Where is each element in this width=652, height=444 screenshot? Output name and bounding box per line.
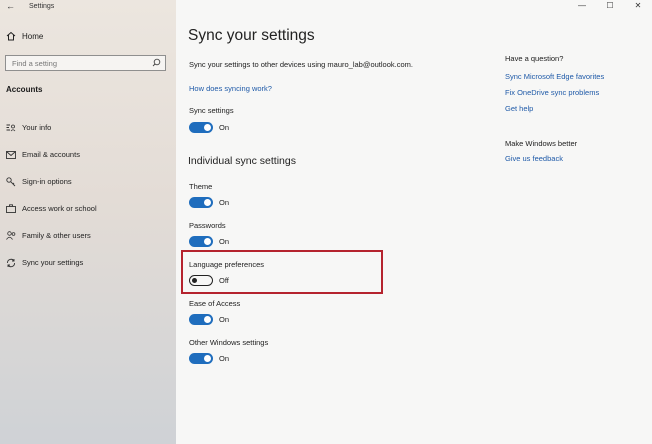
toggle-state: On	[219, 237, 230, 246]
passwords-toggle[interactable]	[189, 236, 213, 247]
language-preferences-row: Off	[189, 275, 229, 286]
window-title: Settings	[29, 3, 55, 10]
theme-label: Theme	[189, 182, 213, 191]
theme-toggle[interactable]	[189, 197, 213, 208]
sidebar-item-label: Sign-in options	[22, 177, 72, 186]
search-icon[interactable]	[152, 58, 161, 69]
main-panel: — ☐ ✕ Sync your settings Sync your setti…	[176, 0, 652, 444]
other-windows-settings-label: Other Windows settings	[189, 338, 269, 347]
edge-favorites-link[interactable]: Sync Microsoft Edge favorites	[505, 72, 645, 81]
language-preferences-toggle[interactable]	[189, 275, 213, 286]
sidebar-item-label: Sync your settings	[22, 258, 84, 267]
home-label: Home	[22, 31, 44, 41]
person-card-icon	[6, 123, 16, 133]
window-controls: — ☐ ✕	[568, 0, 652, 14]
people-icon	[6, 231, 16, 241]
theme-row: On	[189, 197, 229, 208]
help-column: Have a question? Sync Microsoft Edge fav…	[505, 54, 645, 170]
toggle-state: On	[219, 198, 230, 207]
sidebar: ← Settings Home Find a setting Accounts …	[0, 0, 176, 444]
nav-list: Your info Email & accounts Sign-in optio…	[6, 114, 171, 276]
sidebar-item-sign-in[interactable]: Sign-in options	[6, 168, 171, 195]
toggle-state: On	[219, 315, 230, 324]
sidebar-item-label: Family & other users	[22, 231, 91, 240]
minimize-button[interactable]: —	[568, 0, 596, 14]
better-heading: Make Windows better	[505, 139, 578, 148]
sync-settings-toggle[interactable]	[189, 122, 213, 133]
section-title: Accounts	[6, 85, 43, 94]
toggle-state: On	[219, 123, 230, 132]
ease-of-access-label: Ease of Access	[189, 299, 241, 308]
sidebar-item-family[interactable]: Family & other users	[6, 222, 171, 249]
maximize-button[interactable]: ☐	[596, 0, 624, 14]
sync-settings-row: On	[189, 122, 229, 133]
language-preferences-label: Language preferences	[189, 260, 265, 269]
onedrive-sync-link[interactable]: Fix OneDrive sync problems	[505, 88, 645, 97]
sidebar-item-your-info[interactable]: Your info	[6, 114, 171, 141]
sync-icon	[6, 258, 16, 268]
key-icon	[6, 176, 16, 187]
back-arrow-icon[interactable]: ←	[6, 1, 15, 11]
how-syncing-works-link[interactable]: How does syncing work?	[189, 84, 272, 93]
toggle-state: On	[219, 354, 230, 363]
briefcase-icon	[6, 204, 16, 214]
email-icon	[6, 150, 16, 160]
ease-of-access-toggle[interactable]	[189, 314, 213, 325]
title-bar: ← Settings	[0, 0, 176, 14]
give-feedback-link[interactable]: Give us feedback	[505, 154, 645, 163]
ease-of-access-row: On	[189, 314, 229, 325]
home-icon	[6, 31, 16, 41]
passwords-row: On	[189, 236, 229, 247]
sidebar-item-sync[interactable]: Sync your settings	[6, 249, 171, 276]
get-help-link[interactable]: Get help	[505, 104, 645, 113]
other-windows-settings-row: On	[189, 353, 229, 364]
page-title: Sync your settings	[188, 27, 315, 44]
search-placeholder: Find a setting	[12, 58, 58, 68]
close-button[interactable]: ✕	[624, 0, 652, 14]
sidebar-item-label: Your info	[22, 123, 52, 132]
sync-settings-label: Sync settings	[189, 106, 234, 115]
toggle-state: Off	[219, 276, 229, 285]
other-windows-settings-toggle[interactable]	[189, 353, 213, 364]
individual-sync-heading: Individual sync settings	[188, 155, 296, 167]
sync-description: Sync your settings to other devices usin…	[189, 60, 413, 69]
highlight-box	[181, 250, 383, 294]
passwords-label: Passwords	[189, 221, 226, 230]
sidebar-item-email[interactable]: Email & accounts	[6, 141, 171, 168]
sidebar-item-work-school[interactable]: Access work or school	[6, 195, 171, 222]
sidebar-item-label: Access work or school	[22, 204, 97, 213]
sidebar-item-label: Email & accounts	[22, 150, 80, 159]
nav-home[interactable]: Home	[6, 31, 43, 41]
question-heading: Have a question?	[505, 54, 564, 63]
search-input[interactable]: Find a setting	[5, 55, 166, 71]
